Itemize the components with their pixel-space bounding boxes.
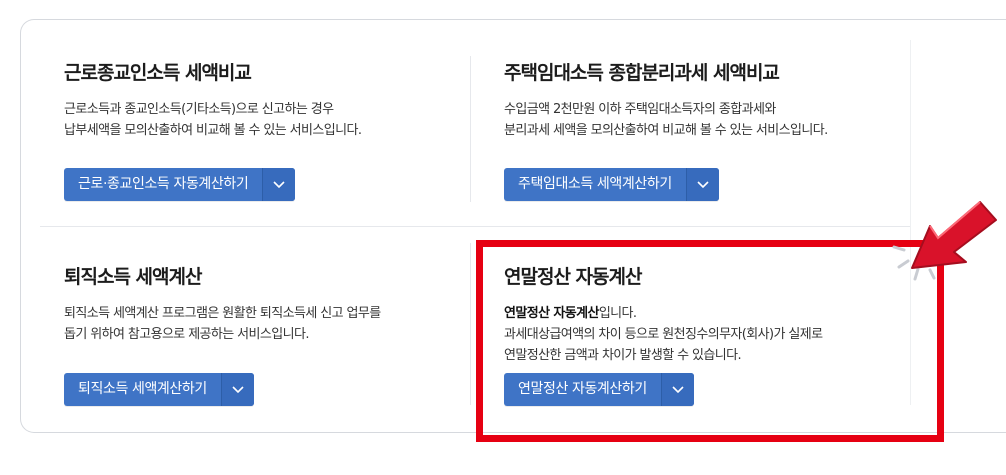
card-description: 수입금액 2천만원 이하 주택임대소득자의 종합과세와 분리과세 세액을 모의산… bbox=[504, 102, 828, 138]
highlight-box bbox=[476, 240, 944, 442]
button-label: 퇴직소득 세액계산하기 bbox=[78, 381, 207, 397]
card-description: 퇴직소득 세액계산 프로그램은 원활한 퇴직소득세 신고 업무를 돕기 위하여 … bbox=[64, 306, 381, 342]
pointer-arrow-icon bbox=[892, 201, 997, 281]
card-housing-rental-income: 주택임대소득 종합분리과세 세액비교 수입금액 2천만원 이하 주택임대소득자의… bbox=[504, 58, 828, 141]
column-divider-bottom bbox=[470, 243, 471, 405]
button-label: 주택임대소득 세액계산하기 bbox=[518, 176, 672, 192]
card-description: 근로소득과 종교인소득(기타소득)으로 신고하는 경우 납부세액을 모의산출하여… bbox=[64, 102, 362, 138]
labor-religious-calc-button[interactable]: 근로·종교인소득 자동계산하기 bbox=[64, 168, 296, 201]
chevron-down-icon[interactable] bbox=[262, 168, 296, 201]
housing-rental-calc-button[interactable]: 주택임대소득 세액계산하기 bbox=[504, 168, 719, 201]
retirement-calc-button[interactable]: 퇴직소득 세액계산하기 bbox=[64, 373, 254, 406]
button-label: 근로·종교인소득 자동계산하기 bbox=[78, 176, 249, 192]
chevron-down-icon[interactable] bbox=[220, 373, 254, 406]
row-divider bbox=[40, 226, 910, 227]
card-title: 퇴직소득 세액계산 bbox=[64, 266, 202, 288]
card-title: 주택임대소득 종합분리과세 세액비교 bbox=[504, 62, 780, 84]
column-divider-top bbox=[470, 56, 471, 202]
chevron-down-icon[interactable] bbox=[685, 168, 719, 201]
card-labor-religious-income: 근로종교인소득 세액비교 근로소득과 종교인소득(기타소득)으로 신고하는 경우… bbox=[64, 58, 362, 141]
card-retirement-income: 퇴직소득 세액계산 퇴직소득 세액계산 프로그램은 원활한 퇴직소득세 신고 업… bbox=[64, 262, 381, 345]
card-title: 근로종교인소득 세액비교 bbox=[64, 62, 252, 84]
